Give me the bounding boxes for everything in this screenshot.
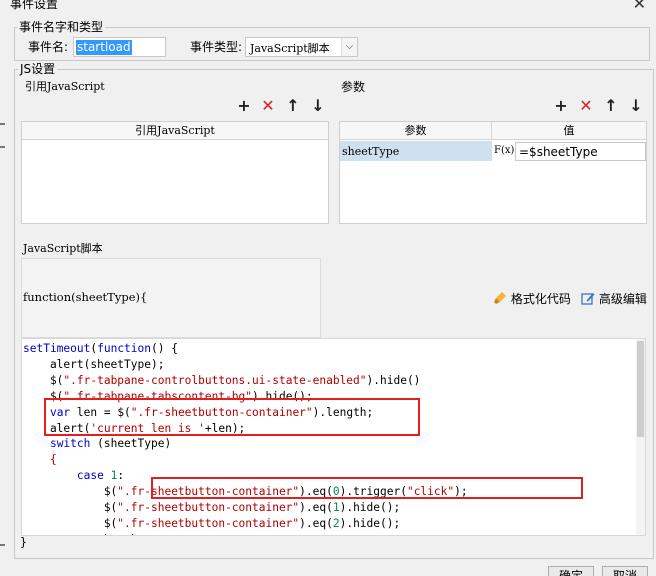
- params-title: 参数: [341, 80, 366, 94]
- advanced-edit-label: 高级编辑: [598, 292, 647, 306]
- param-value-field[interactable]: =$sheetType: [515, 142, 646, 161]
- format-code-label: 格式化代码: [510, 292, 571, 306]
- script-title: JavaScript脚本: [23, 242, 103, 255]
- param-value: =$sheetType: [519, 145, 598, 159]
- event-name-value: startload: [76, 40, 132, 55]
- background-edge-mark: [0, 146, 5, 148]
- code-line: var len = $(".fr-sheetbutton-container")…: [49, 405, 374, 419]
- ref-add-icon[interactable]: +: [236, 98, 252, 114]
- code-line: $(".fr-tabpane-controlbuttons.ui-state-e…: [23, 373, 421, 387]
- ref-move-down-icon[interactable]: ↓: [310, 98, 326, 114]
- code-line: setTimeout(function() {: [23, 342, 178, 355]
- params-col-value[interactable]: 值: [492, 122, 646, 140]
- code-line: $(".fr-tabpane-tabscontent-bg").hide();: [23, 389, 313, 403]
- event-group-legend: 事件名字和类型: [17, 20, 106, 34]
- param-move-down-icon[interactable]: ↓: [628, 98, 644, 114]
- signature-box: function(sheetType){: [21, 258, 321, 338]
- code-line: $(".fr-sheetbutton-container").eq(2).hid…: [23, 516, 401, 530]
- param-move-up-icon[interactable]: ↑: [603, 98, 619, 114]
- js-group-legend: JS设置: [18, 62, 58, 76]
- function-signature: function(sheetType){: [23, 290, 148, 304]
- scrollbar-thumb[interactable]: [637, 341, 644, 437]
- ok-button[interactable]: 确定: [548, 566, 594, 576]
- code-line: {: [49, 453, 57, 467]
- background-edge-mark: [0, 544, 5, 546]
- code-scrollbar[interactable]: [636, 339, 645, 535]
- event-name-label: 事件名:: [28, 40, 69, 54]
- code-line: alert(sheetType);: [23, 357, 165, 371]
- closing-brace: }: [20, 535, 27, 549]
- event-type-value: JavaScript脚本: [250, 42, 330, 55]
- edit-icon: [581, 291, 595, 305]
- format-code-button[interactable]: 格式化代码: [493, 290, 571, 307]
- code-editor[interactable]: setTimeout(function() { alert(sheetType)…: [21, 338, 646, 536]
- param-name: sheetType: [342, 145, 400, 158]
- table-row[interactable]: sheetType F(x) =$sheetType: [340, 141, 646, 161]
- ref-js-table[interactable]: 引用JavaScript: [21, 121, 329, 224]
- formula-icon[interactable]: F(x): [494, 143, 514, 159]
- event-type-label: 事件类型:: [190, 40, 243, 54]
- code-line: case 1:: [76, 469, 125, 483]
- ref-move-up-icon[interactable]: ↑: [285, 98, 301, 114]
- code-line: switch (sheetType): [49, 437, 172, 451]
- code-line: $(".fr-sheetbutton-container").eq(0).tri…: [23, 485, 468, 499]
- event-type-select[interactable]: JavaScript脚本 ⌵: [245, 37, 358, 57]
- code-content[interactable]: setTimeout(function() { alert(sheetType)…: [22, 339, 645, 535]
- event-name-input[interactable]: startload: [73, 37, 166, 57]
- param-add-icon[interactable]: +: [553, 98, 569, 114]
- code-line: break;: [23, 533, 144, 535]
- code-line: $(".fr-sheetbutton-container").eq(1).hid…: [23, 501, 401, 515]
- title-bar: 事件设置 ✕: [0, 0, 656, 14]
- close-icon[interactable]: ✕: [633, 0, 646, 13]
- params-table: 参数 值 sheetType F(x) =$sheetType: [339, 121, 647, 224]
- advanced-edit-button[interactable]: 高级编辑: [581, 290, 647, 307]
- param-name-cell[interactable]: sheetType: [340, 141, 492, 161]
- params-col-name[interactable]: 参数: [340, 122, 492, 140]
- window-title: 事件设置: [10, 0, 59, 11]
- ref-delete-icon[interactable]: ✕: [260, 98, 276, 114]
- cancel-button[interactable]: 取消: [602, 566, 648, 576]
- brush-icon: [493, 291, 507, 305]
- param-delete-icon[interactable]: ✕: [578, 98, 594, 114]
- background-edge-mark: [0, 123, 5, 125]
- ref-js-column-header[interactable]: 引用JavaScript: [22, 122, 328, 140]
- ref-js-title: 引用JavaScript: [25, 80, 105, 93]
- chevron-down-icon[interactable]: ⌵: [341, 38, 357, 56]
- code-line: alert('current len is '+len);: [23, 421, 246, 435]
